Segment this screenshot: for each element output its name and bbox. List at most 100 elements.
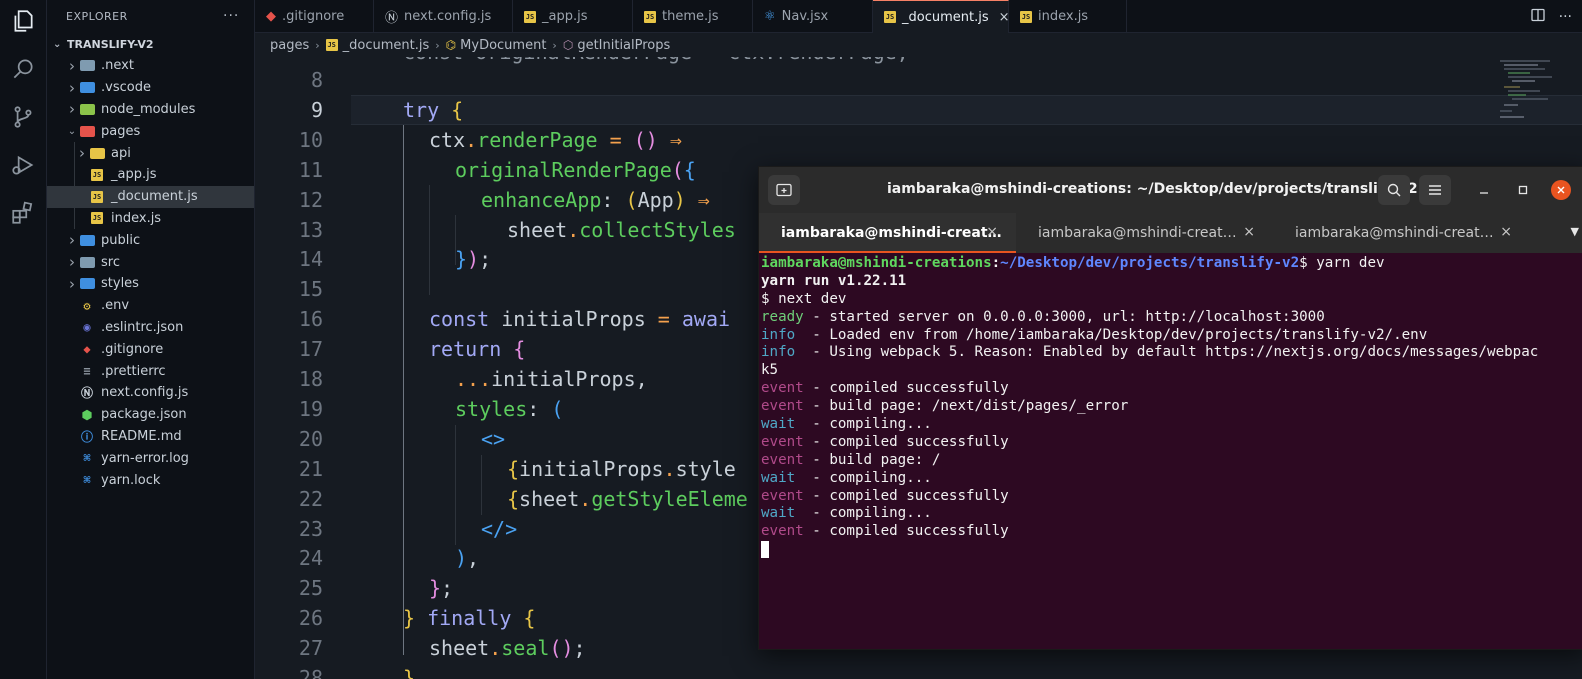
tree-item[interactable]: › api <box>47 142 254 164</box>
tree-item-label: index.js <box>111 210 162 226</box>
code-line: }); <box>351 244 491 274</box>
close-tab-icon[interactable]: × <box>1243 224 1255 240</box>
code-line: enhanceApp: (App) ⇒ <box>351 185 710 215</box>
code-token: ( <box>551 396 564 421</box>
tree-item[interactable]: JS index.js <box>47 207 254 230</box>
code-token: seal <box>501 636 550 661</box>
tree-item[interactable]: › src <box>47 251 254 273</box>
source-control-icon[interactable] <box>10 104 36 130</box>
tree-item[interactable]: ⌘ yarn-error.log <box>47 447 254 469</box>
code-token: . <box>663 456 676 481</box>
line-number: 21 <box>298 456 323 481</box>
terminal-titlebar[interactable]: iambaraka@mshindi-creations: ~/Desktop/d… <box>759 167 1582 213</box>
search-icon[interactable] <box>10 56 36 82</box>
editor-tab[interactable]: ⚛ Nav.jsx <box>753 0 873 33</box>
terminal-line: info - Loaded env from /home/iambaraka/D… <box>761 327 1582 345</box>
terminal-prompt-line: iambaraka@mshindi-creations:~/Desktop/de… <box>761 255 1385 271</box>
terminal-tab-label: iambaraka@mshindi-creat… <box>1038 225 1237 241</box>
editor-tab[interactable]: JS index.js <box>1009 0 1127 33</box>
close-tab-icon[interactable]: × <box>999 10 1010 25</box>
terminal-search-button[interactable] <box>1378 175 1410 205</box>
minimap[interactable] <box>1490 57 1582 127</box>
hamburger-menu-icon[interactable] <box>1419 175 1451 205</box>
tree-item[interactable]: › public <box>47 229 254 251</box>
code-token: ( <box>671 157 684 182</box>
maximize-button[interactable] <box>1513 180 1533 200</box>
close-tab-icon[interactable]: × <box>1500 224 1512 240</box>
editor-tab[interactable]: JS _app.js <box>513 0 633 33</box>
folder-icon <box>79 59 95 73</box>
prettier-icon: ≡ <box>83 364 91 379</box>
code-token: ) <box>673 187 686 212</box>
tab-label: Nav.jsx <box>781 9 829 24</box>
split-editor-icon[interactable] <box>1530 8 1545 26</box>
tree-item[interactable]: ⌄ pages <box>47 120 254 142</box>
breadcrumb-folder[interactable]: pages <box>270 38 309 53</box>
terminal-output[interactable]: iambaraka@mshindi-creations:~/Desktop/de… <box>761 255 1582 647</box>
tree-item[interactable]: ◉ .eslintrc.json <box>47 317 254 339</box>
js-badge: JS <box>884 11 896 23</box>
terminal-line: k5 <box>761 362 1582 380</box>
run-debug-icon[interactable] <box>10 152 36 178</box>
folder-shape <box>79 60 95 72</box>
code-token: return <box>429 337 514 362</box>
terminal-cursor-line[interactable] <box>761 541 1582 559</box>
breadcrumb-class[interactable]: MyDocument <box>460 38 546 53</box>
tree-item[interactable]: ⚙ .env <box>47 295 254 317</box>
terminal-line: event - build page: /next/dist/pages/_er… <box>761 398 1582 416</box>
tree-item[interactable]: ⬢ package.json <box>47 404 254 426</box>
extensions-icon[interactable] <box>10 200 36 226</box>
tree-item[interactable]: Ⓝnext.config.js <box>47 382 254 404</box>
editor-tab[interactable]: Ⓝnext.config.js <box>374 0 513 33</box>
terminal-line: wait - compiling... <box>761 505 1582 523</box>
editor-tab[interactable]: JS theme.js <box>633 0 753 33</box>
explorer-icon[interactable] <box>10 8 36 34</box>
breadcrumb-file[interactable]: _document.js <box>343 38 430 53</box>
code-token: : <box>527 396 552 421</box>
tree-item[interactable]: › node_modules <box>47 99 254 121</box>
tree-item[interactable]: JS _app.js <box>47 163 254 186</box>
project-name: TRANSLIFY-V2 <box>67 37 154 51</box>
line-number: 28 <box>298 666 323 679</box>
code-line: {sheet.getStyleEleme <box>351 484 748 514</box>
tabs-dropdown-icon[interactable]: ▼ <box>1571 225 1579 238</box>
code-line: ), <box>351 543 479 573</box>
code-token: } <box>403 606 416 631</box>
line-number: 14 <box>298 247 323 272</box>
terminal-line: info - Using webpack 5. Reason: Enabled … <box>761 344 1582 362</box>
tree-item[interactable]: › styles <box>47 273 254 295</box>
terminal-tab[interactable]: iambaraka@mshindi-creat… × <box>1016 213 1273 253</box>
terminal-tab[interactable]: iambaraka@mshindi-creat… × <box>759 213 1016 253</box>
editor-tab[interactable]: ◆ .gitignore <box>255 0 374 33</box>
code-token: { <box>507 456 520 481</box>
explorer-header: EXPLORER ··· <box>47 0 254 33</box>
log-message: - compiled successfully <box>803 523 1009 540</box>
tree-item[interactable]: JS _document.js <box>47 185 254 208</box>
tree-item[interactable]: ≡ .prettierrc <box>47 360 254 382</box>
new-tab-button[interactable] <box>768 175 800 205</box>
breadcrumb-method[interactable]: getInitialProps <box>577 38 670 53</box>
file-tree: › .next › .vscode › node_modules ⌄ pages › api JS _… <box>47 55 254 491</box>
explorer-sidebar: EXPLORER ··· ⌄ TRANSLIFY-V2 › .next › .vsco… <box>47 0 255 679</box>
minimize-button[interactable] <box>1474 180 1494 200</box>
close-tab-icon[interactable]: × <box>986 224 998 240</box>
terminal-tab[interactable]: iambaraka@mshindi-creat… × <box>1273 213 1530 253</box>
code-token: initialProps, <box>491 367 648 391</box>
tree-item[interactable]: ◆ .gitignore <box>47 338 254 360</box>
tree-item[interactable]: ⌘ yarn.lock <box>47 469 254 491</box>
tree-item[interactable]: › .vscode <box>47 77 254 99</box>
project-root[interactable]: ⌄ TRANSLIFY-V2 <box>47 33 254 55</box>
tree-item[interactable]: › .next <box>47 55 254 77</box>
code-token: ) <box>467 247 480 272</box>
tree-item[interactable]: ⓘ README.md <box>47 426 254 448</box>
terminal-line: wait - compiling... <box>761 416 1582 434</box>
editor-tab[interactable]: JS _document.js × <box>873 0 1010 33</box>
close-window-button[interactable] <box>1551 180 1571 200</box>
code-token: enhanceApp <box>481 187 602 212</box>
more-actions-icon[interactable]: ··· <box>223 8 239 24</box>
log-message: - Loaded env from /home/iambaraka/Deskto… <box>803 326 1428 343</box>
terminal-line: event - compiled successfully <box>761 434 1582 452</box>
terminal-window[interactable]: iambaraka@mshindi-creations: ~/Desktop/d… <box>758 166 1582 650</box>
more-icon[interactable]: ··· <box>1559 9 1572 25</box>
